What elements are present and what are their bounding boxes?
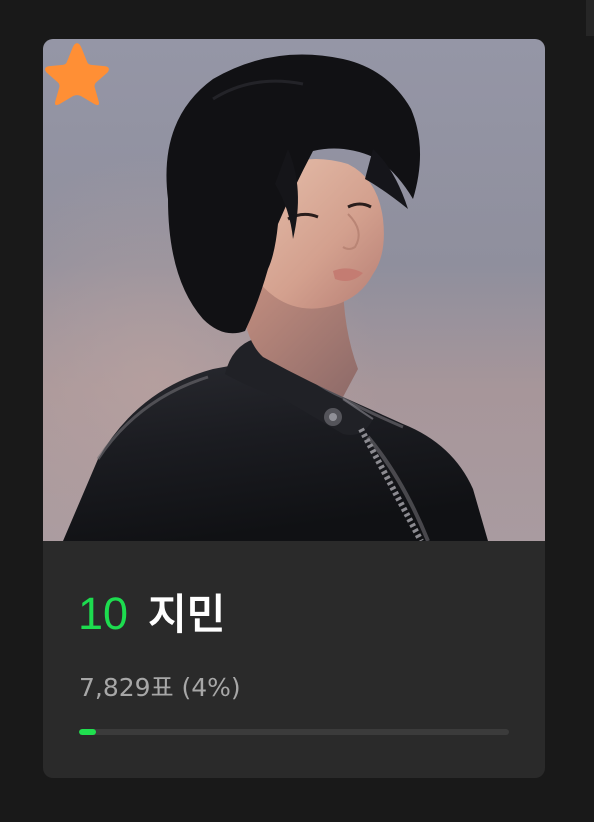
vote-count: 7,829표 (4%): [79, 673, 241, 702]
screen: 10 지민 7,829표 (4%): [0, 0, 594, 822]
portrait-illustration: [43, 39, 545, 541]
vote-progress-fill: [79, 729, 97, 735]
candidate-photo: [43, 39, 545, 541]
edge-divider: [586, 0, 594, 36]
rank-number: 10: [78, 588, 129, 639]
vote-progress-bar: [79, 729, 509, 735]
candidate-card[interactable]: 10 지민 7,829표 (4%): [43, 39, 545, 778]
rank-name-row: 10 지민: [78, 588, 225, 641]
candidate-info: 10 지민 7,829표 (4%): [43, 541, 545, 778]
candidate-name: 지민: [148, 590, 226, 639]
favorite-star-icon[interactable]: [43, 39, 111, 107]
